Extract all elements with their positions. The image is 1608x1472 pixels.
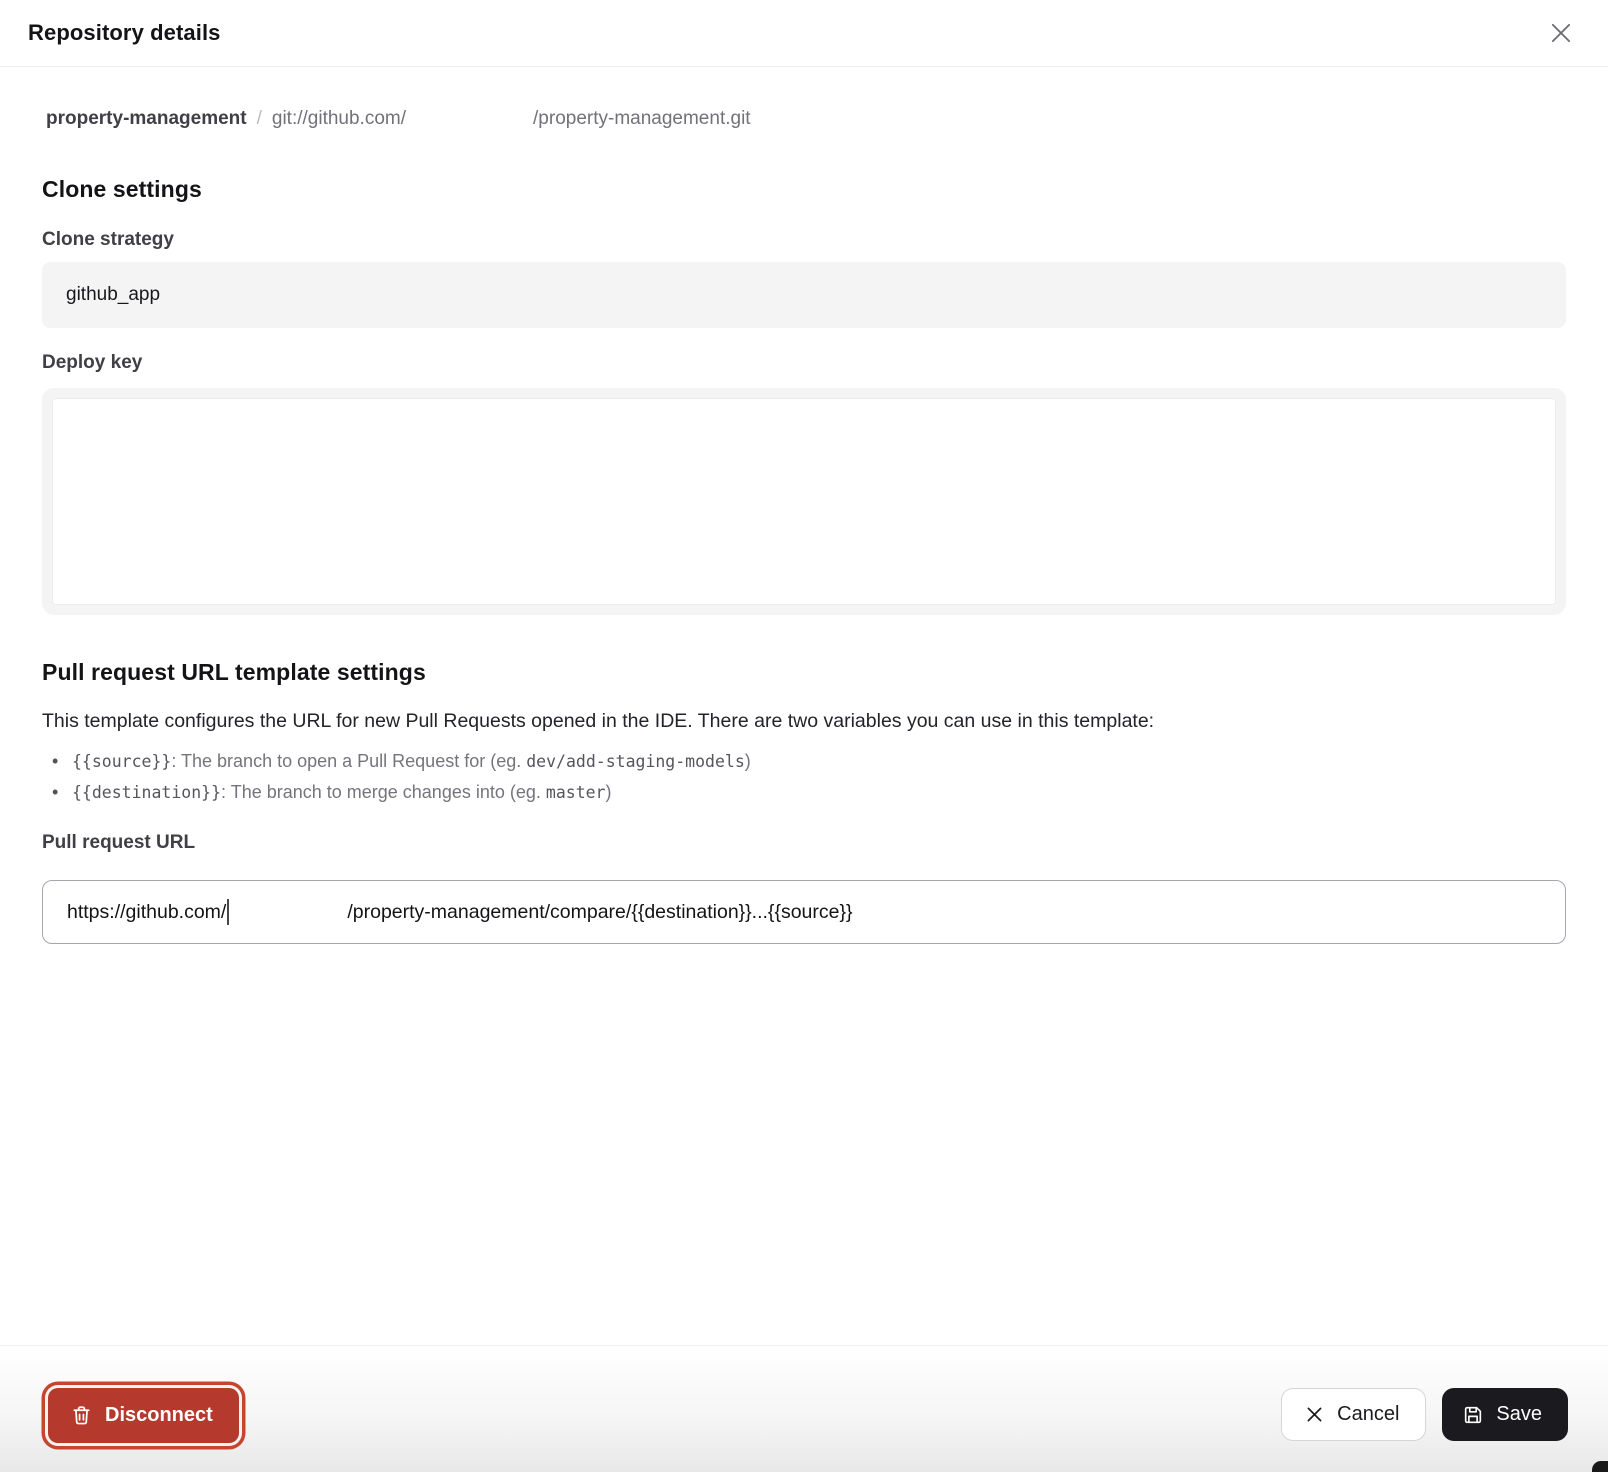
list-item: •{{destination}}: The branch to merge ch… xyxy=(42,777,1566,808)
clone-settings-heading: Clone settings xyxy=(42,176,1566,203)
breadcrumb-separator: / xyxy=(257,108,262,129)
pull-request-url-label: Pull request URL xyxy=(42,832,1566,854)
variable-example: dev/add-staging-models xyxy=(526,752,745,771)
pr-template-variable-list: •{{source}}: The branch to open a Pull R… xyxy=(42,746,1566,808)
pull-request-url-input[interactable]: https://github.com/ /property-management/… xyxy=(42,880,1566,944)
save-label: Save xyxy=(1496,1403,1542,1426)
cancel-x-icon xyxy=(1304,1404,1325,1425)
variable-example: master xyxy=(546,783,606,802)
bullet-icon: • xyxy=(52,746,72,776)
cancel-button[interactable]: Cancel xyxy=(1281,1388,1426,1441)
close-button[interactable] xyxy=(1544,16,1578,50)
clone-strategy-value: github_app xyxy=(66,284,160,306)
deploy-key-label: Deploy key xyxy=(42,352,1566,374)
deploy-key-field xyxy=(42,388,1566,615)
variable-suffix: ) xyxy=(606,782,612,802)
list-item: •{{source}}: The branch to open a Pull R… xyxy=(42,746,1566,777)
footer-actions: Cancel Save xyxy=(1281,1388,1568,1441)
modal-footer: Disconnect Cancel Sa xyxy=(0,1345,1608,1472)
disconnect-button[interactable]: Disconnect xyxy=(48,1388,239,1443)
variable-text: : The branch to open a Pull Request for … xyxy=(171,751,526,771)
pr-template-description: This template configures the URL for new… xyxy=(42,708,1566,734)
clone-strategy-field: github_app xyxy=(42,262,1566,328)
variable-suffix: ) xyxy=(745,751,751,771)
page-title: Repository details xyxy=(28,20,221,46)
breadcrumb-url-suffix: /property-management.git xyxy=(533,108,751,129)
modal-header: Repository details xyxy=(0,0,1608,67)
save-button[interactable]: Save xyxy=(1442,1388,1568,1441)
pr-template-heading: Pull request URL template settings xyxy=(42,659,1566,686)
breadcrumb-url-prefix: git://github.com/ xyxy=(272,108,406,129)
background-corner-artifact xyxy=(1592,1461,1608,1472)
variable-code: {{source}} xyxy=(72,752,171,771)
variable-text: : The branch to merge changes into (eg. xyxy=(221,782,546,802)
cancel-label: Cancel xyxy=(1337,1403,1399,1426)
modal-content: property-management / git://github.com/ /pr… xyxy=(0,105,1608,944)
save-floppy-icon xyxy=(1462,1404,1484,1426)
breadcrumb: property-management / git://github.com/ /pr… xyxy=(42,105,1566,132)
close-icon xyxy=(1548,20,1574,46)
deploy-key-textarea[interactable] xyxy=(52,398,1556,605)
trash-icon xyxy=(70,1404,93,1427)
url-value-prefix: https://github.com/ xyxy=(67,901,226,924)
text-cursor xyxy=(227,899,229,925)
url-value-suffix: /property-management/compare/{{destinati… xyxy=(347,901,852,924)
bullet-icon: • xyxy=(52,777,72,807)
breadcrumb-repo-name: property-management xyxy=(46,108,247,129)
clone-strategy-label: Clone strategy xyxy=(42,229,1566,251)
disconnect-label: Disconnect xyxy=(105,1404,213,1427)
variable-code: {{destination}} xyxy=(72,783,221,802)
repository-details-modal: Repository details property-management / g… xyxy=(0,0,1608,1472)
